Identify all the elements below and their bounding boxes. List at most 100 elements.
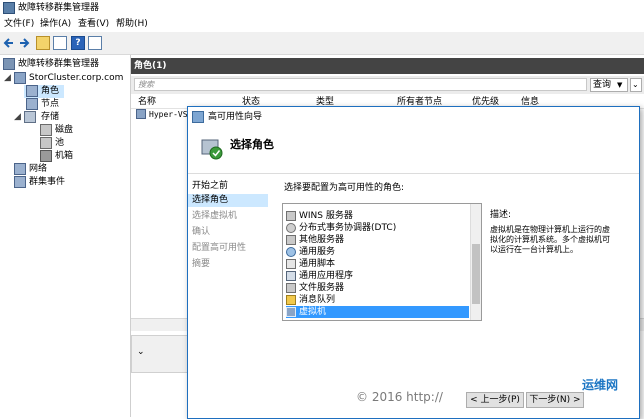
step-confirm: 确认: [192, 227, 211, 237]
show-hide-tree-icon[interactable]: [53, 36, 67, 50]
instruction-text: 选择要配置为高可用性的角色:: [284, 183, 405, 193]
dtc-icon: [286, 223, 296, 233]
forward-icon[interactable]: [17, 36, 31, 50]
wizard-title: 高可用性向导: [208, 112, 263, 122]
column-name[interactable]: 名称: [138, 96, 156, 108]
wizard-heading: 选择角色: [230, 138, 274, 151]
vm-icon: [286, 307, 296, 317]
tree-root-label: 故障转移群集管理器: [18, 59, 100, 69]
tree-item-pools[interactable]: 池: [38, 137, 98, 150]
tree-roles-label: 角色: [41, 86, 60, 96]
server-icon: [286, 235, 296, 245]
table-row[interactable]: Hyper-VS: [131, 108, 191, 122]
folder-icon[interactable]: [36, 36, 50, 50]
network-icon: [14, 163, 26, 175]
scrollbar-thumb[interactable]: [472, 244, 480, 304]
search-placeholder: 搜索: [138, 80, 154, 89]
menu-file[interactable]: 文件(F): [4, 18, 34, 30]
tree-item-events[interactable]: 群集事件: [12, 176, 92, 189]
wizard-steps: 开始之前 选择角色 选择虚拟机 确认 配置高可用性 摘要: [188, 174, 272, 418]
server-icon: [286, 211, 296, 221]
cluster-icon: [14, 72, 26, 84]
menu-action[interactable]: 操作(A): [40, 18, 71, 30]
list-item[interactable]: 通用服务: [286, 246, 469, 258]
properties-icon[interactable]: [88, 36, 102, 50]
step-before-you-begin[interactable]: 开始之前: [188, 180, 268, 193]
application-icon: [286, 271, 296, 281]
description-label: 描述:: [490, 210, 512, 220]
expand-button[interactable]: ⌄: [630, 78, 642, 92]
list-item[interactable]: 通用应用程序: [286, 270, 469, 282]
description-line-3: 以运行在一台计算机上。: [490, 245, 578, 254]
events-icon: [14, 176, 26, 188]
description-line-1: 虚拟机是在物理计算机上运行的虚: [490, 225, 610, 234]
tree-networks-label: 网络: [29, 164, 48, 174]
tree-item-enclosures[interactable]: 机箱: [38, 150, 98, 163]
cluster-manager-icon: [3, 58, 15, 70]
help-icon[interactable]: ?: [71, 36, 85, 50]
collapse-arrow-icon[interactable]: ◢: [14, 111, 21, 123]
search-bar: 搜索 查询 ▼ ⌄: [131, 76, 644, 94]
script-icon: [286, 259, 296, 269]
tree-item-nodes[interactable]: 节点: [24, 98, 84, 111]
tree-item-storage[interactable]: ◢ 存储: [0, 111, 90, 124]
collapse-arrow-icon[interactable]: ◢: [4, 72, 11, 84]
title-bar: 故障转移群集管理器: [0, 0, 644, 16]
list-item[interactable]: 通用脚本: [286, 258, 469, 270]
details-panel: ⌄: [131, 335, 193, 373]
watermark-text: © 2016 http://: [356, 390, 443, 404]
wizard-icon: [192, 111, 204, 123]
tree-cluster-label: StorCluster.corp.com: [29, 73, 124, 83]
tree-nodes-label: 节点: [41, 99, 60, 109]
navigation-tree: 故障转移群集管理器 ◢ StorCluster.corp.com 角色 节点 ◢…: [0, 55, 131, 417]
step-select-vm: 选择虚拟机: [192, 211, 238, 221]
listbox-scrollbar[interactable]: [470, 204, 481, 320]
app-icon: [3, 2, 15, 14]
next-button[interactable]: 下一步(N) >: [526, 392, 584, 408]
tree-root[interactable]: 故障转移群集管理器: [0, 58, 129, 71]
list-item[interactable]: 消息队列: [286, 294, 469, 306]
site-logo: 运维网: [582, 378, 619, 392]
tree-cluster[interactable]: ◢ StorCluster.corp.com: [0, 72, 129, 85]
previous-button[interactable]: < 上一步(P): [466, 392, 524, 408]
roles-listbox[interactable]: WINS 服务器 分布式事务协调器(DTC) 其他服务器 通用服务 通用脚本 通…: [282, 203, 482, 321]
menu-help[interactable]: 帮助(H): [116, 18, 148, 30]
wizard-header: 选择角色: [188, 127, 639, 174]
list-item[interactable]: 文件服务器: [286, 282, 469, 294]
query-label: 查询: [593, 80, 612, 90]
chevron-down-icon[interactable]: ⌄: [137, 346, 145, 358]
tree-storage-label: 存储: [41, 112, 60, 122]
description-line-2: 拟化的计算机系统。多个虚拟机可: [490, 235, 610, 244]
roles-icon: [26, 85, 38, 97]
tree-item-networks[interactable]: 网络: [12, 163, 82, 176]
enclosure-icon: [40, 150, 52, 162]
back-icon[interactable]: [2, 36, 16, 50]
step-configure-ha: 配置高可用性: [192, 243, 247, 253]
list-item[interactable]: 分布式事务协调器(DTC): [286, 222, 469, 234]
toolbar: ?: [0, 32, 644, 55]
tree-item-disks[interactable]: 磁盘: [38, 124, 98, 137]
tree-enclosures-label: 机箱: [55, 151, 74, 161]
step-summary: 摘要: [192, 259, 211, 269]
tree-item-roles[interactable]: 角色: [24, 85, 64, 98]
server-role-icon: [200, 136, 224, 160]
nodes-icon: [26, 98, 38, 110]
storage-icon: [24, 111, 36, 123]
search-input[interactable]: 搜索: [134, 78, 587, 91]
query-button[interactable]: 查询 ▼: [590, 78, 628, 92]
file-server-icon: [286, 283, 296, 293]
chevron-down-icon: ⌄: [632, 80, 639, 89]
tree-disks-label: 磁盘: [55, 125, 74, 135]
message-queue-icon: [286, 295, 296, 305]
tree-events-label: 群集事件: [29, 177, 66, 187]
step-select-role[interactable]: 选择角色: [188, 194, 268, 207]
list-item-selected[interactable]: 虚拟机: [286, 306, 469, 318]
list-item[interactable]: 其他服务器: [286, 234, 469, 246]
roles-header: 角色(1): [131, 58, 644, 74]
disk-icon: [40, 124, 52, 136]
list-item[interactable]: WINS 服务器: [286, 210, 469, 222]
chevron-down-icon: ▼: [617, 81, 623, 89]
menu-view[interactable]: 查看(V): [78, 18, 109, 30]
service-icon: [286, 247, 296, 257]
vm-role-icon: [136, 109, 146, 119]
